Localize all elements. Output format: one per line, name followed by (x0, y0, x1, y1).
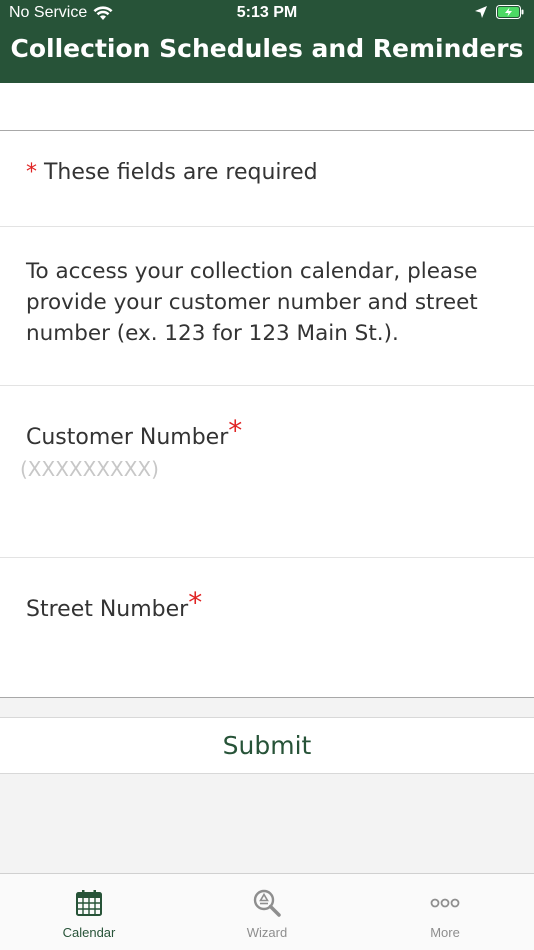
divider (0, 226, 534, 227)
tab-bar: Calendar Wizard More (0, 873, 534, 950)
required-note-text: These fields are required (37, 160, 318, 185)
status-time: 5:13 PM (236, 4, 298, 21)
submit-button[interactable]: Submit (0, 717, 534, 774)
more-dots-icon (430, 898, 460, 908)
page-title: Collection Schedules and Reminders (10, 34, 524, 63)
tab-wizard[interactable]: Wizard (178, 874, 356, 950)
tab-more[interactable]: More (356, 874, 534, 950)
intro-text: To access your collection calendar, plea… (26, 259, 478, 346)
app-screen: No Service 5:13 PM Collection Schedules … (0, 0, 534, 950)
status-right (474, 5, 524, 19)
status-bar: No Service 5:13 PM (0, 0, 534, 28)
divider (0, 557, 534, 558)
required-asterisk: * (188, 586, 203, 619)
divider (0, 385, 534, 386)
customer-number-input[interactable] (20, 453, 510, 485)
tab-calendar-label: Calendar (62, 925, 116, 940)
required-asterisk: * (228, 414, 243, 447)
street-number-label-text: Street Number (26, 597, 189, 622)
recycle-search-icon (253, 889, 281, 917)
customer-number-label: Customer Number* (26, 414, 242, 451)
customer-number-label-text: Customer Number (26, 425, 229, 450)
calendar-icon (76, 890, 102, 916)
street-number-input[interactable] (20, 625, 510, 657)
street-number-label: Street Number* (26, 586, 202, 623)
tab-calendar[interactable]: Calendar (0, 874, 178, 950)
required-note: * These fields are required (26, 160, 318, 185)
tab-wizard-label: Wizard (246, 925, 288, 940)
required-asterisk: * (26, 160, 37, 185)
location-arrow-icon (475, 6, 487, 18)
divider (0, 130, 534, 131)
battery-charging-icon (496, 5, 524, 19)
tab-more-label: More (430, 925, 460, 940)
header: No Service 5:13 PM Collection Schedules … (0, 0, 534, 83)
